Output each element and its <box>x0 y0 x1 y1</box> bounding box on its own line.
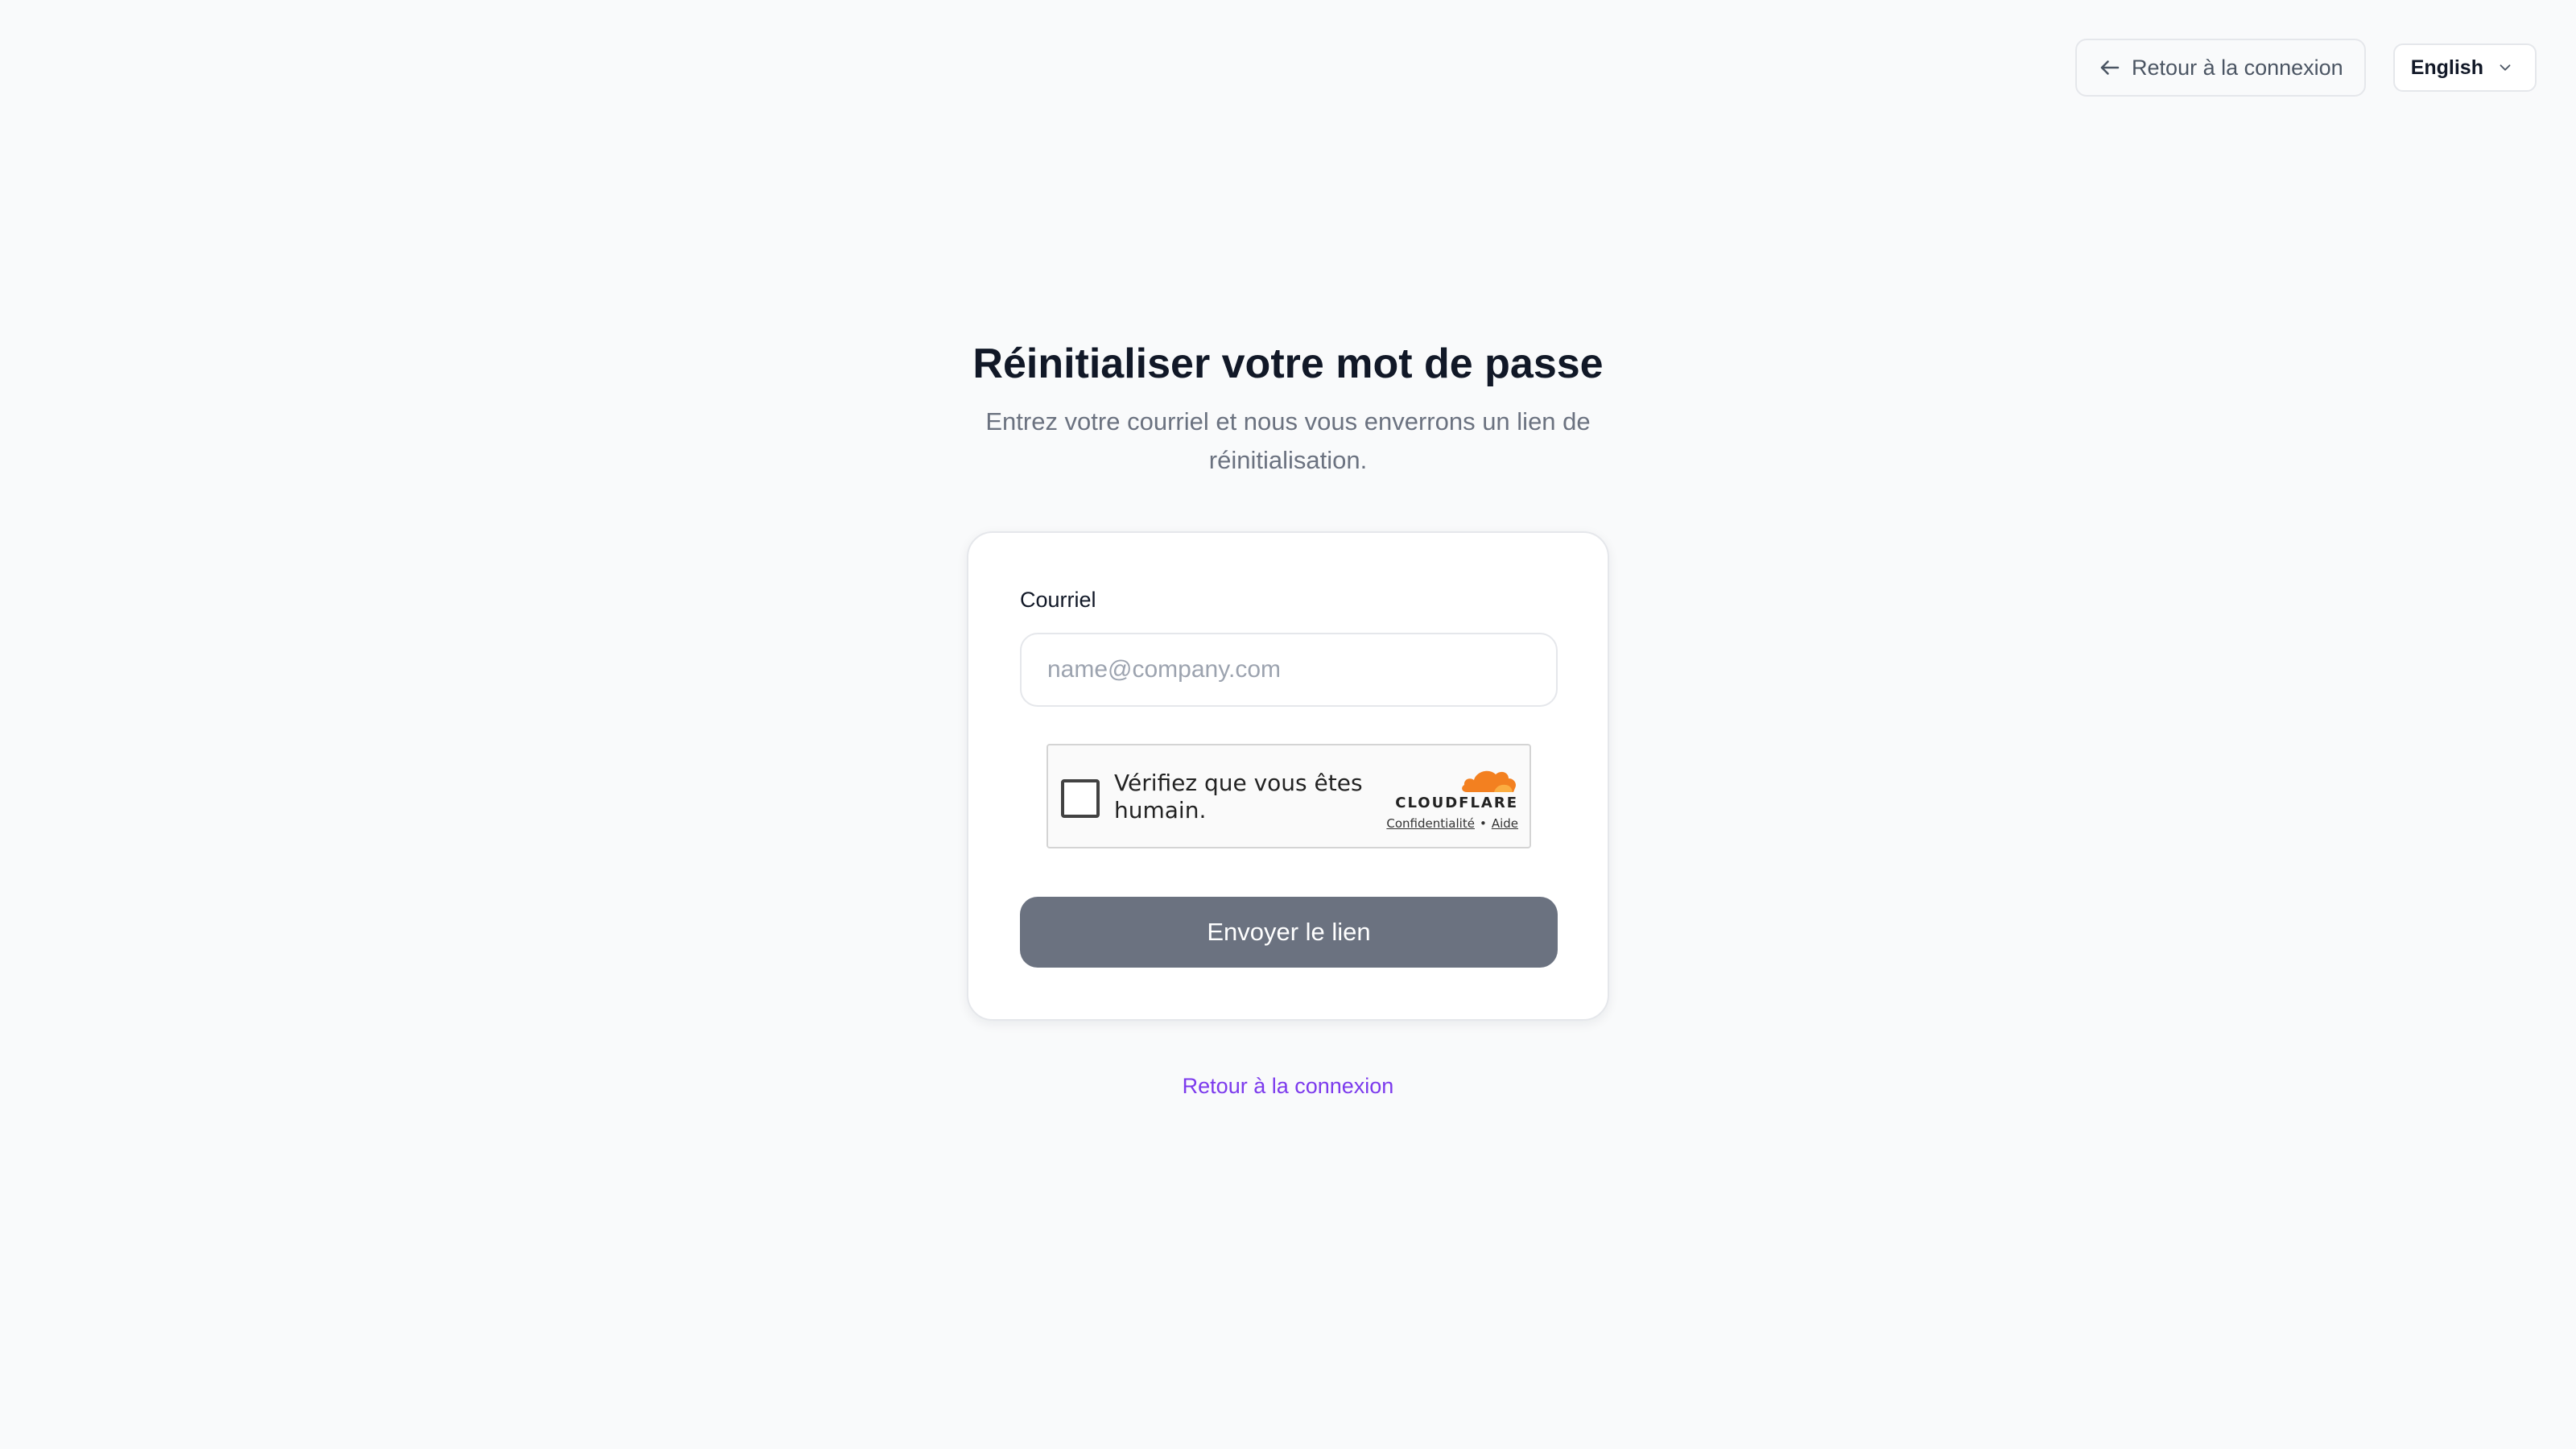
cloudflare-wordmark: CLOUDFLARE <box>1395 795 1518 811</box>
send-link-button[interactable]: Envoyer le lien <box>1020 897 1558 968</box>
top-controls: Retour à la connexion English <box>2075 39 2537 97</box>
back-to-login-button[interactable]: Retour à la connexion <box>2075 39 2366 97</box>
captcha-privacy-link[interactable]: Confidentialité <box>1386 816 1475 831</box>
back-to-login-label: Retour à la connexion <box>2132 55 2343 80</box>
captcha-text: Vérifiez que vous êtes humain. <box>1114 770 1363 824</box>
chevron-down-icon <box>2496 59 2514 76</box>
cloudflare-cloud-icon <box>1462 770 1517 792</box>
captcha-checkbox[interactable] <box>1061 779 1100 818</box>
email-label: Courriel <box>1020 588 1096 612</box>
email-input[interactable] <box>1020 633 1558 707</box>
captcha-links: Confidentialité • Aide <box>1381 816 1518 831</box>
reset-password-card: Courriel Vérifiez que vous êtes humain. … <box>967 531 1609 1021</box>
page-subtitle: Entrez votre courriel et nous vous enver… <box>985 407 1591 474</box>
captcha-link-separator: • <box>1479 816 1487 831</box>
back-to-login-link[interactable]: Retour à la connexion <box>1183 1074 1394 1098</box>
back-to-login-link-container: Retour à la connexion <box>0 1074 2576 1099</box>
captcha-widget: Vérifiez que vous êtes humain. CLOUDFLAR… <box>1046 744 1531 848</box>
cloudflare-logo: CLOUDFLARE Confidentialité • Aide <box>1381 762 1518 831</box>
arrow-left-icon <box>2098 56 2122 80</box>
captcha-help-link[interactable]: Aide <box>1492 816 1518 831</box>
language-select[interactable]: English <box>2392 43 2537 92</box>
page-title: Réinitialiser votre mot de passe <box>972 341 1604 387</box>
language-selected-label: English <box>2410 56 2483 79</box>
